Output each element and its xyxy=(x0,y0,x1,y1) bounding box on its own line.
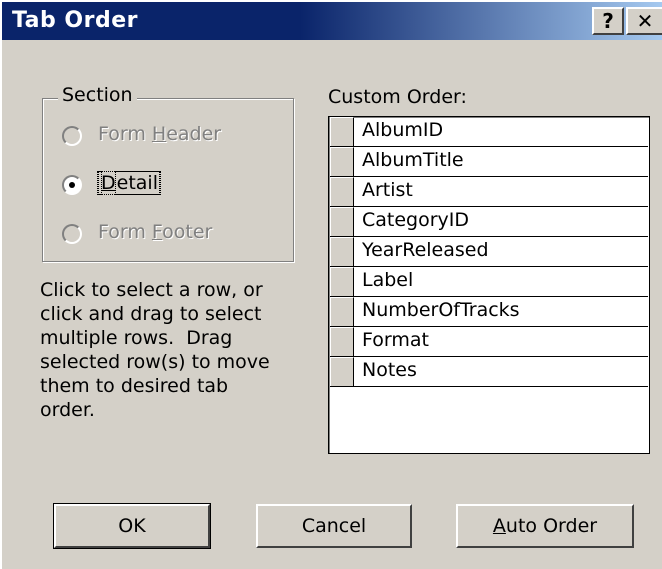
row-selector[interactable] xyxy=(330,237,354,266)
order-row-notes[interactable]: Notes xyxy=(330,357,648,387)
row-selector[interactable] xyxy=(330,357,354,386)
custom-order-label: Custom Order: xyxy=(328,86,467,108)
ok-button[interactable]: OK xyxy=(53,503,211,549)
cancel-button[interactable]: Cancel xyxy=(256,504,412,548)
order-row-yearreleased[interactable]: YearReleased xyxy=(330,237,648,267)
instructions-line: selected row(s) to move xyxy=(40,351,270,373)
question-mark-icon: ? xyxy=(602,9,614,33)
order-row-albumid[interactable]: AlbumID xyxy=(330,117,648,147)
close-icon: ✕ xyxy=(636,9,654,33)
row-selector[interactable] xyxy=(330,297,354,326)
form-footer-label: Form Footer xyxy=(98,221,213,243)
order-row-artist[interactable]: Artist xyxy=(330,177,648,207)
auto-order-button[interactable]: Auto Order xyxy=(456,504,634,548)
window-title: Tab Order xyxy=(12,8,138,33)
title-bar[interactable]: Tab Order ? ✕ xyxy=(2,2,662,40)
tab-order-dialog: Tab Order ? ✕ Section Form Header Detail… xyxy=(0,0,662,569)
order-row-numberoftracks[interactable]: NumberOfTracks xyxy=(330,297,648,327)
order-row-albumtitle[interactable]: AlbumTitle xyxy=(330,147,648,177)
row-selector[interactable] xyxy=(330,207,354,236)
custom-order-list[interactable]: AlbumID AlbumTitle Artist CategoryID Yea… xyxy=(328,116,650,454)
order-row-label: CategoryID xyxy=(362,209,470,231)
order-row-label: YearReleased xyxy=(362,239,489,261)
form-footer-radio[interactable] xyxy=(62,224,82,244)
instructions-text: Click to select a row, or click and drag… xyxy=(40,278,304,422)
instructions-line: click and drag to select xyxy=(40,303,262,325)
instructions-line: Click to select a row, or xyxy=(40,279,263,301)
order-row-label: AlbumTitle xyxy=(362,149,464,171)
order-row-categoryid[interactable]: CategoryID xyxy=(330,207,648,237)
order-row-format[interactable]: Format xyxy=(330,327,648,357)
order-row-label[interactable]: Label xyxy=(330,267,648,297)
row-selector[interactable] xyxy=(330,117,354,146)
order-row-label: Format xyxy=(362,329,429,351)
order-row-label: AlbumID xyxy=(362,119,444,141)
form-header-label: Form Header xyxy=(98,123,222,145)
row-selector[interactable] xyxy=(330,267,354,296)
instructions-line: them to desired tab xyxy=(40,375,229,397)
order-row-label: Artist xyxy=(362,179,413,201)
instructions-line: order. xyxy=(40,399,95,421)
order-row-label: Label xyxy=(362,269,414,291)
detail-label: Detail xyxy=(97,171,161,195)
row-selector[interactable] xyxy=(330,177,354,206)
row-selector[interactable] xyxy=(330,147,354,176)
detail-radio[interactable] xyxy=(62,175,82,195)
order-row-label: NumberOfTracks xyxy=(362,299,520,321)
help-button[interactable]: ? xyxy=(592,7,624,35)
close-button[interactable]: ✕ xyxy=(626,7,662,35)
instructions-line: multiple rows. Drag xyxy=(40,327,233,349)
form-header-radio[interactable] xyxy=(62,126,82,146)
order-row-label: Notes xyxy=(362,359,417,381)
radio-selected-dot xyxy=(69,182,75,188)
section-legend: Section xyxy=(58,84,137,106)
row-selector[interactable] xyxy=(330,327,354,356)
